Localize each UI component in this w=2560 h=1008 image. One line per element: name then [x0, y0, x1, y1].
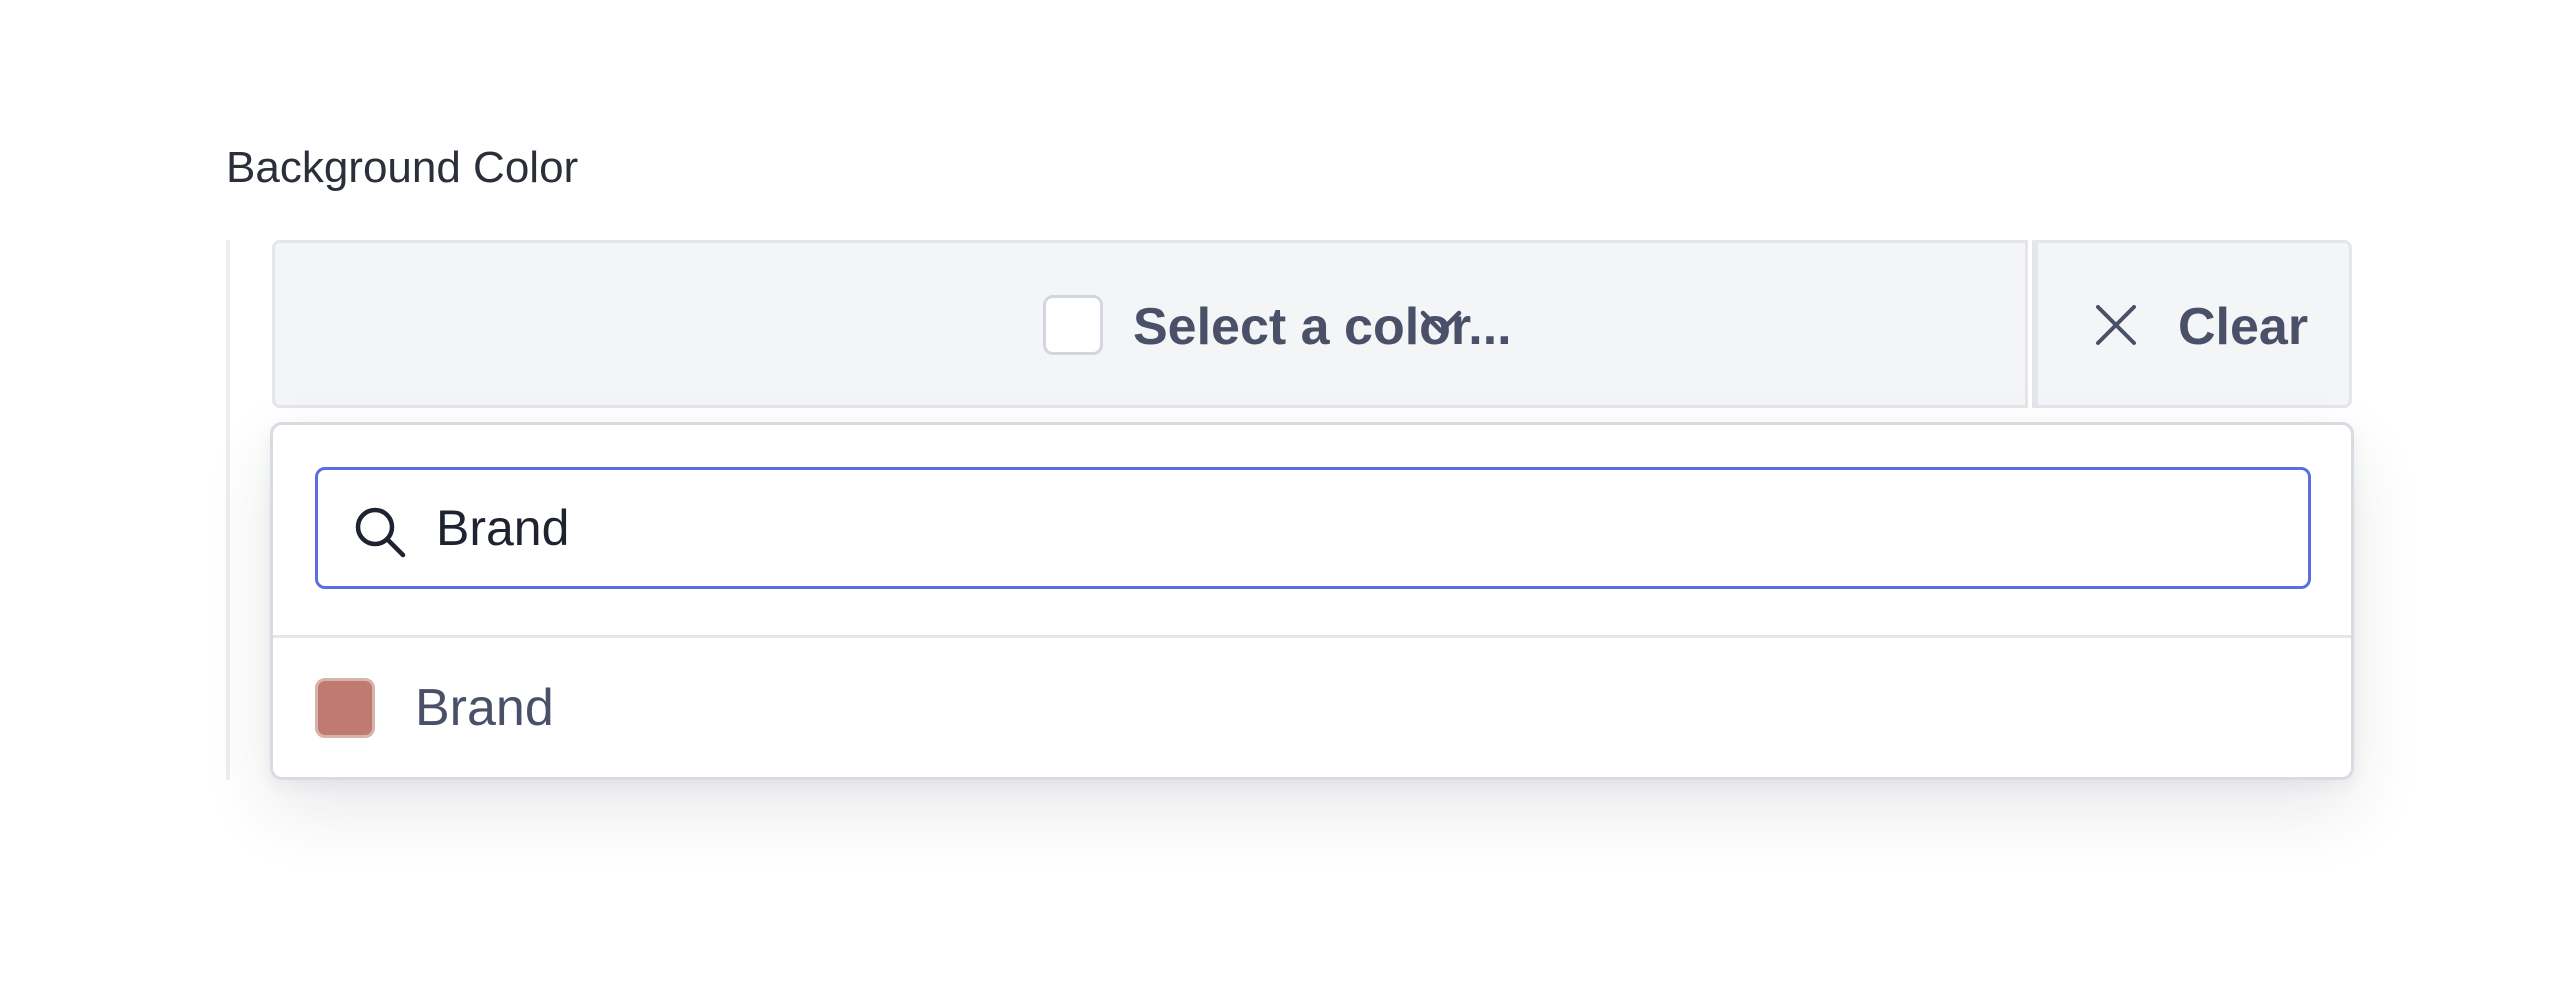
color-option-label: Brand [415, 679, 554, 737]
chevron-down-icon [1420, 310, 1462, 334]
empty-swatch [1043, 295, 1103, 355]
color-dropdown: Brand [270, 422, 2354, 780]
color-swatch [315, 678, 375, 738]
search-field[interactable] [315, 467, 2311, 589]
color-option-brand[interactable]: Brand [273, 638, 2351, 780]
field-label: Background Color [226, 143, 579, 192]
search-icon [355, 507, 406, 558]
clear-label: Clear [2178, 298, 2309, 356]
field-border [226, 240, 230, 780]
color-picker: Select a color... Clear Brand [226, 240, 2354, 780]
search-input[interactable] [436, 492, 2276, 564]
clear-button[interactable]: Clear [2032, 240, 2352, 408]
close-icon [2096, 305, 2136, 345]
color-select-trigger[interactable]: Select a color... [272, 240, 2028, 408]
